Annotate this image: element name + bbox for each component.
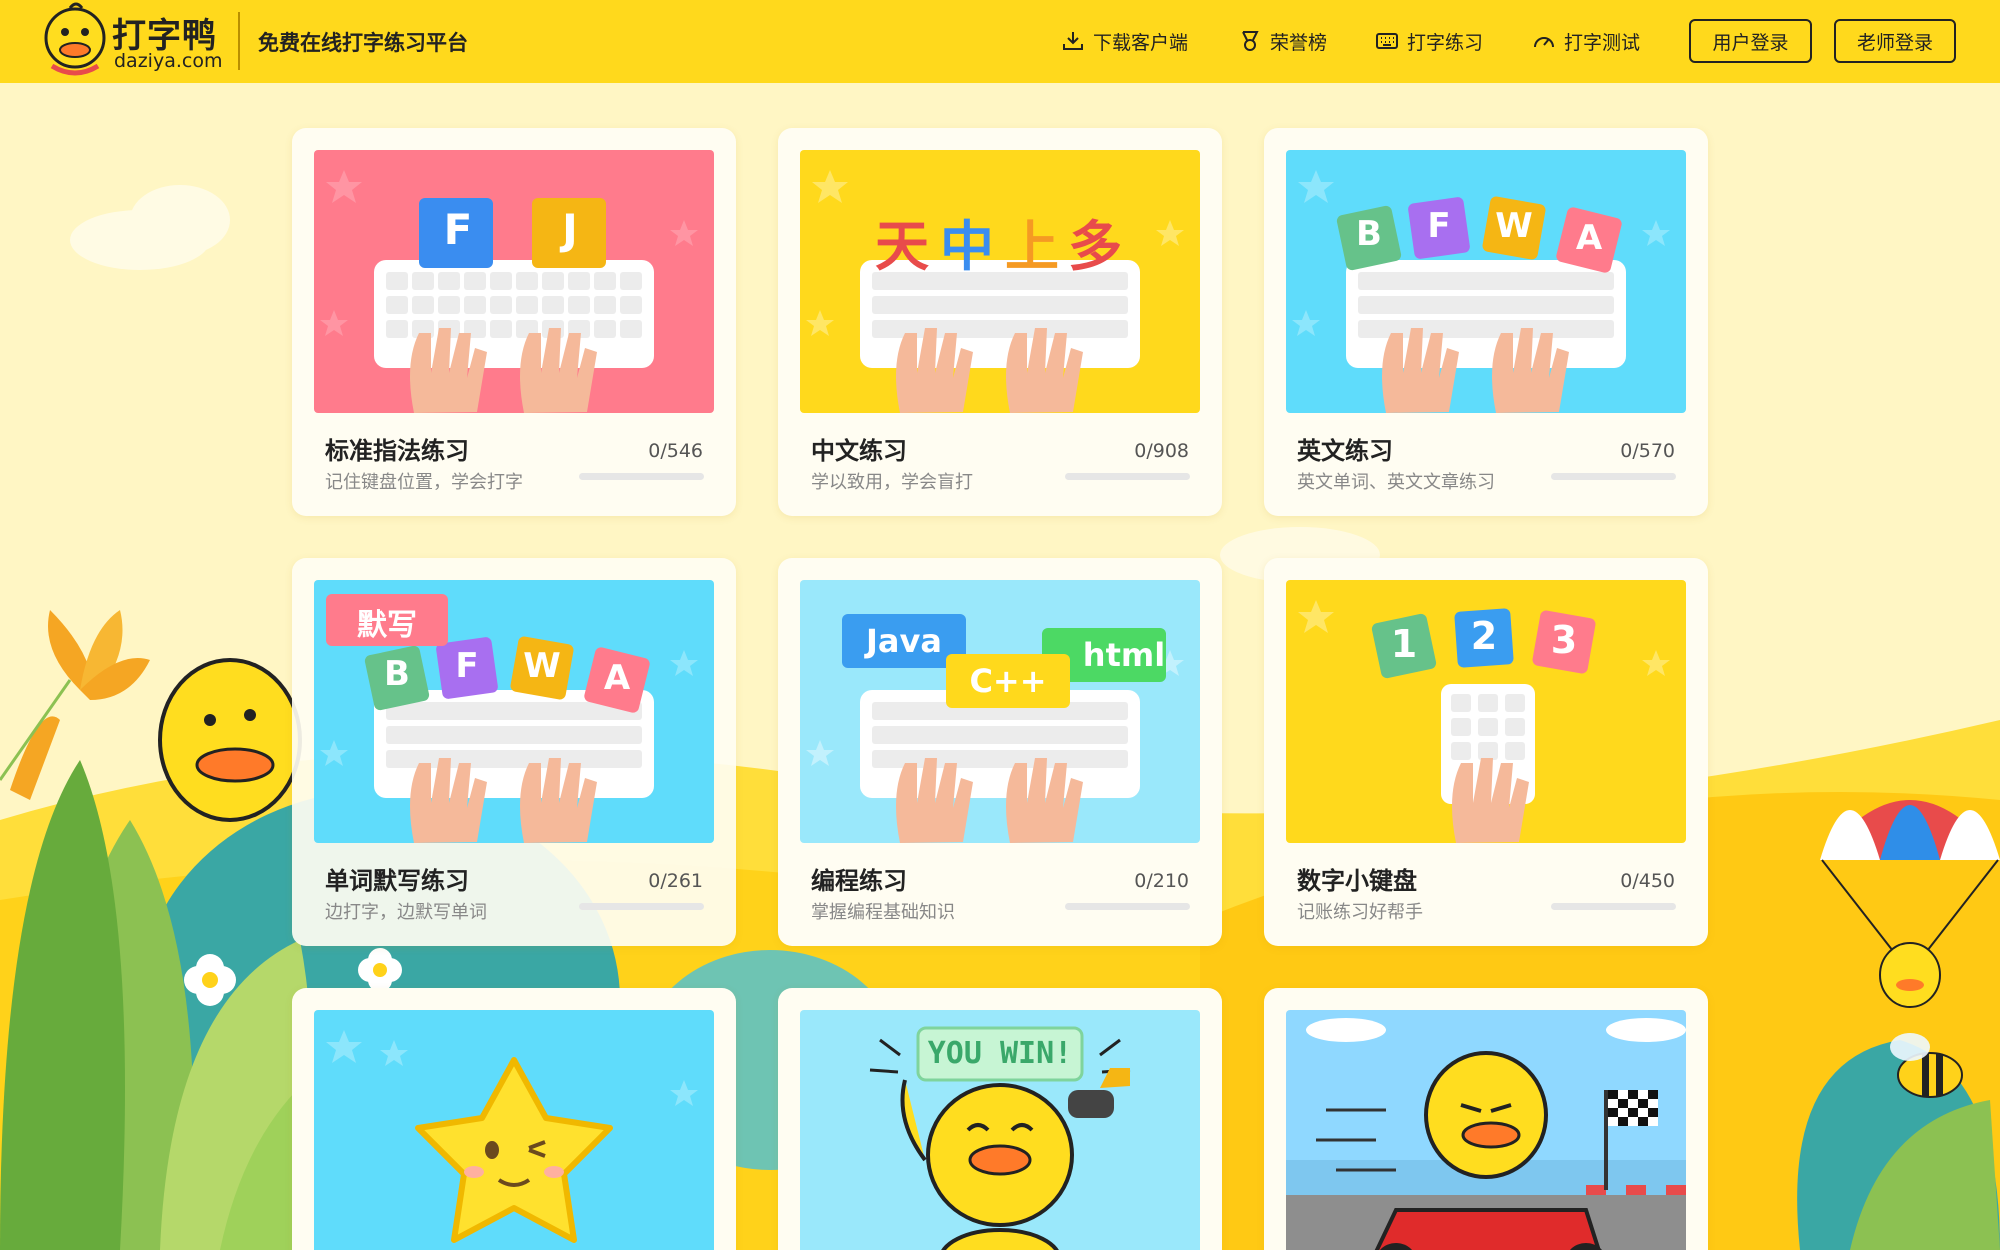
course-card-star-game[interactable] [292,988,736,1250]
card-illustration [314,1010,714,1250]
card-progress-bar [1065,473,1190,480]
card-description: 学以致用，学会盲打 [811,472,973,493]
chinese-char-1: 天 [875,215,929,278]
nav-honor-board[interactable]: 荣誉榜 [1238,26,1327,56]
racing-duck-illustration [1286,1010,1686,1250]
card-illustration: 天 中 上 多 [800,150,1200,413]
star-character-illustration [314,1010,714,1250]
nav-download-label: 下载客户端 [1093,31,1189,54]
card-illustration: B F W A [1286,150,1686,413]
user-login-button[interactable]: 用户登录 [1689,19,1812,63]
duck-logo-icon [44,2,106,76]
cpp-label: C++ [969,662,1047,700]
keyboard-icon [1376,33,1398,49]
card-title: 编程练习 [811,867,907,895]
java-label: Java [866,622,942,660]
you-win-text: YOU WIN! [927,1036,1073,1071]
chinese-char-3: 上 [1005,215,1059,278]
digit-3-label: 3 [1550,618,1578,662]
chinese-char-2: 中 [940,215,994,278]
course-card-english[interactable]: B F W A 英文练习 英文单词、英文文章练习 0/570 [1264,128,1708,516]
logo-domain-text: daziya.com [114,50,223,72]
card-progress-bar [579,473,704,480]
card-progress-bar [1551,903,1676,910]
key-a-label: A [603,658,631,698]
key-b-label: B [384,654,410,694]
digit-2-label: 2 [1470,614,1498,658]
teacher-login-button[interactable]: 老师登录 [1834,19,1956,63]
speedometer-icon [1534,37,1554,48]
card-description: 英文单词、英文文章练习 [1297,472,1495,493]
keyboard-illustration [800,580,1200,843]
key-a-label: A [1575,218,1603,258]
card-title: 英文练习 [1297,437,1393,465]
key-w-label: W [1495,206,1533,246]
medal-icon [1242,31,1259,51]
nav-typing-practice[interactable]: 打字练习 [1375,26,1483,56]
nav-download-client[interactable]: 下载客户端 [1061,26,1188,56]
chinese-char-4: 多 [1068,215,1122,278]
key-f-label: F [455,646,479,686]
card-description: 记住键盘位置，学会打字 [325,472,523,493]
keyboard-illustration [314,150,714,413]
course-card-fingering[interactable]: F J 标准指法练习 记住键盘位置，学会打字 0/546 [292,128,736,516]
header-divider [238,12,240,70]
card-title: 单词默写练习 [325,867,469,895]
key-w-label: W [523,646,561,686]
card-illustration [1286,1010,1686,1250]
card-title: 标准指法练习 [325,437,469,465]
card-illustration: 1 2 3 [1286,580,1686,843]
card-description: 边打字，边默写单词 [325,902,487,923]
digit-1-label: 1 [1390,622,1418,666]
card-progress-count: 0/261 [648,870,703,892]
card-illustration: F J [314,150,714,413]
card-title: 数字小键盘 [1297,867,1417,895]
card-progress-count: 0/908 [1134,440,1189,462]
card-illustration: Java C++ html [800,580,1200,843]
key-f-label: F [443,205,473,254]
course-card-dictation[interactable]: 默写 B F W A 单词默写练习 边打字，边默写单词 0/261 [292,558,736,946]
card-progress-count: 0/450 [1620,870,1675,892]
dictation-tag-label: 默写 [357,608,417,643]
site-slogan: 免费在线打字练习平台 [258,31,468,55]
course-card-racing-game[interactable] [1264,988,1708,1250]
card-description: 掌握编程基础知识 [811,902,955,923]
card-description: 记账练习好帮手 [1297,902,1423,923]
card-progress-count: 0/210 [1134,870,1189,892]
card-progress-bar [1065,903,1190,910]
card-progress-count: 0/546 [648,440,703,462]
card-progress-bar [1551,473,1676,480]
card-progress-bar [579,903,704,910]
key-j-label: J [562,205,578,254]
card-progress-count: 0/570 [1620,440,1675,462]
nav-test-label: 打字测试 [1564,31,1641,54]
nav-typing-test[interactable]: 打字测试 [1532,26,1640,56]
nav-honor-label: 荣誉榜 [1270,31,1328,54]
key-b-label: B [1356,214,1382,254]
card-title: 中文练习 [811,437,907,465]
nav-practice-label: 打字练习 [1407,31,1484,54]
course-card-you-win-game[interactable]: YOU WIN! [778,988,1222,1250]
keyboard-illustration [1286,150,1686,413]
course-card-numpad[interactable]: 1 2 3 数字小键盘 记账练习好帮手 0/450 [1264,558,1708,946]
download-icon [1063,32,1083,50]
card-illustration: YOU WIN! [800,1010,1200,1250]
html-label: html [1082,636,1166,674]
key-f-label: F [1427,206,1451,246]
card-illustration: 默写 B F W A [314,580,714,843]
site-logo[interactable]: 打字鸭 daziya.com [40,0,240,83]
course-card-chinese[interactable]: 天 中 上 多 中文练习 学以致用，学会盲打 0/908 [778,128,1222,516]
keyboard-illustration [800,150,1200,413]
top-navigation-bar: 打字鸭 daziya.com 免费在线打字练习平台 下载客户端 荣誉榜 打字练习… [0,0,2000,83]
course-card-programming[interactable]: Java C++ html 编程练习 掌握编程基础知识 0/210 [778,558,1222,946]
